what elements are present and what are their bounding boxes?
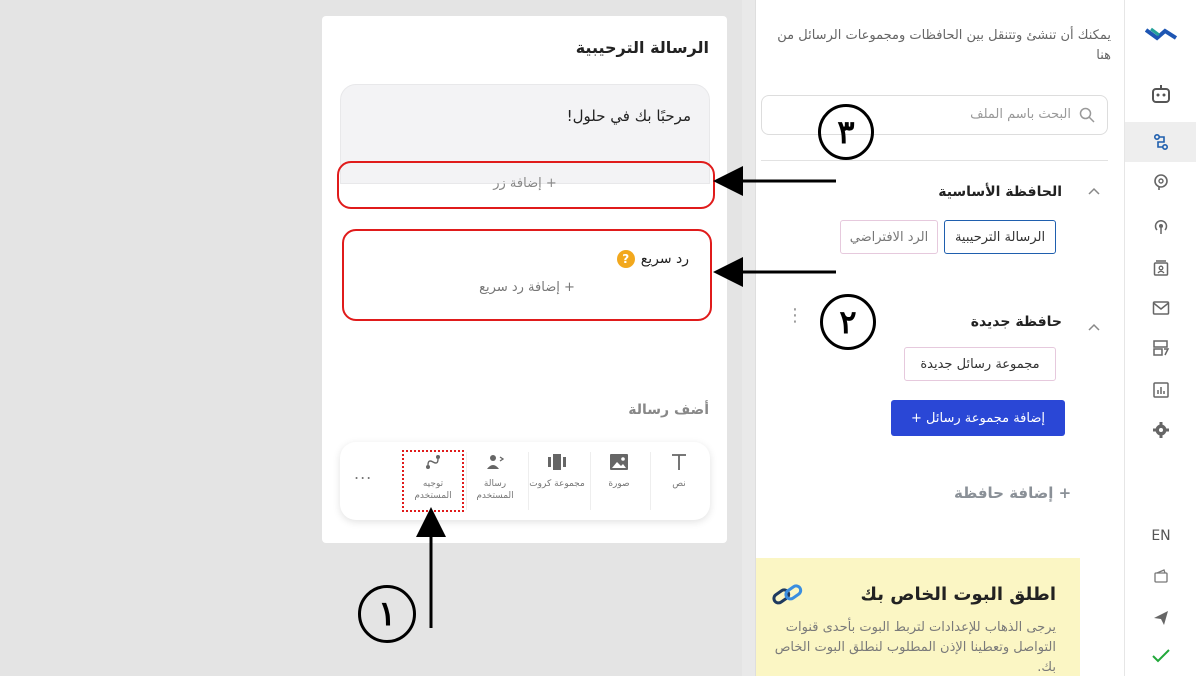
annotation-number-one: ١ [358, 585, 416, 643]
annotation-number-two: ٢ [820, 294, 876, 350]
annotation-number-three: ٣ [818, 104, 874, 160]
annotation-arrows [416, 166, 836, 628]
